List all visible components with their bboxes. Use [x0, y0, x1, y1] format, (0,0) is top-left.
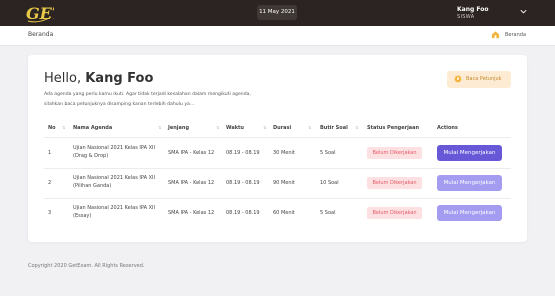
col-header-agenda[interactable]: Nama Agenda: [73, 125, 112, 131]
home-icon[interactable]: [491, 30, 500, 39]
row-duration: 60 Menit: [273, 210, 295, 216]
start-exam-button[interactable]: Mulai Mengerjakan: [437, 145, 502, 161]
row-duration: 90 Menit: [273, 180, 295, 186]
row-time: 08.19 - 08.19: [226, 150, 260, 156]
sort-icon[interactable]: ⇅: [355, 125, 358, 130]
row-time: 08.19 - 08.19: [226, 180, 260, 186]
row-level: SMA IPA - Kelas 12: [168, 210, 215, 216]
date-display: 11 May 2021: [257, 5, 297, 20]
table-row: 1 Ujian Nasional 2021 Kelas IPA XII (Dra…: [28, 138, 527, 168]
sort-icon[interactable]: ⇅: [216, 125, 219, 130]
row-no: 2: [48, 180, 52, 186]
user-role: SISWA: [457, 14, 475, 20]
lightbulb-icon: [454, 75, 462, 83]
agenda-card: Hello, Kang Foo Ada agenda yang perlu ka…: [28, 55, 527, 242]
row-items: 5 Soal: [320, 150, 336, 156]
breadcrumb-bar: Beranda Beranda: [0, 26, 555, 46]
start-exam-button[interactable]: Mulai Mengerjakan: [437, 205, 502, 221]
sort-icon[interactable]: ⇅: [158, 125, 161, 130]
row-items: 10 Soal: [320, 180, 339, 186]
breadcrumb: Beranda: [28, 31, 54, 38]
row-no: 1: [48, 150, 52, 156]
sort-icon[interactable]: ⇅: [308, 125, 311, 130]
row-time: 08.19 - 08.19: [226, 210, 260, 216]
greeting-prefix: Hello,: [44, 71, 82, 86]
row-no: 3: [48, 210, 52, 216]
row-agenda-name: Ujian Nasional 2021 Kelas IPA XII: [73, 175, 155, 181]
agenda-description: Ada agenda yang perlu kamu ikuti. Agar t…: [44, 92, 251, 107]
row-agenda-type: (Pilihan Ganda): [73, 183, 112, 189]
sort-icon[interactable]: ⇅: [62, 125, 65, 130]
greeting-name: Kang Foo: [85, 71, 154, 86]
col-header-actions: Actions: [437, 125, 458, 131]
col-header-time[interactable]: Waktu: [226, 125, 244, 131]
row-items: 5 Soal: [320, 210, 336, 216]
col-header-items[interactable]: Butir Soal: [320, 125, 348, 131]
user-name: Kang Foo: [457, 6, 489, 13]
row-level: SMA IPA - Kelas 12: [168, 150, 215, 156]
read-guide-label: Baca Petunjuk: [466, 76, 502, 82]
status-badge: Belum Dikerjakan: [367, 177, 422, 189]
row-agenda-type: (Essay): [73, 213, 92, 219]
greeting-heading: Hello, Kang Foo: [44, 71, 153, 86]
row-agenda-name: Ujian Nasional 2021 Kelas IPA XII: [73, 205, 155, 211]
row-agenda-type: (Drag & Drop): [73, 153, 109, 159]
footer-copyright: Copyright 2020 GetExam. All Rights Reser…: [28, 263, 145, 269]
col-header-no[interactable]: No: [48, 125, 56, 131]
row-level: SMA IPA - Kelas 12: [168, 180, 215, 186]
home-link[interactable]: Beranda: [505, 32, 526, 38]
read-guide-button[interactable]: Baca Petunjuk: [447, 71, 511, 88]
table-row: 3 Ujian Nasional 2021 Kelas IPA XII (Ess…: [28, 198, 527, 228]
sort-icon[interactable]: ⇅: [263, 125, 266, 130]
status-badge: Belum Dikerjakan: [367, 147, 422, 159]
top-navbar: GET 11 May 2021 Kang Foo SISWA: [0, 0, 555, 26]
table-row: 2 Ujian Nasional 2021 Kelas IPA XII (Pil…: [28, 168, 527, 198]
col-header-duration[interactable]: Durasi: [273, 125, 291, 131]
svg-text:GET: GET: [26, 4, 54, 23]
status-badge: Belum Dikerjakan: [367, 207, 422, 219]
col-header-status[interactable]: Status Pengerjaan: [367, 125, 419, 131]
row-duration: 30 Menit: [273, 150, 295, 156]
chevron-down-icon[interactable]: [519, 7, 528, 16]
start-exam-button[interactable]: Mulai Mengerjakan: [437, 175, 502, 191]
getexam-logo[interactable]: GET: [24, 2, 65, 24]
row-agenda-name: Ujian Nasional 2021 Kelas IPA XII: [73, 145, 155, 151]
col-header-level[interactable]: Jenjang: [168, 125, 189, 131]
